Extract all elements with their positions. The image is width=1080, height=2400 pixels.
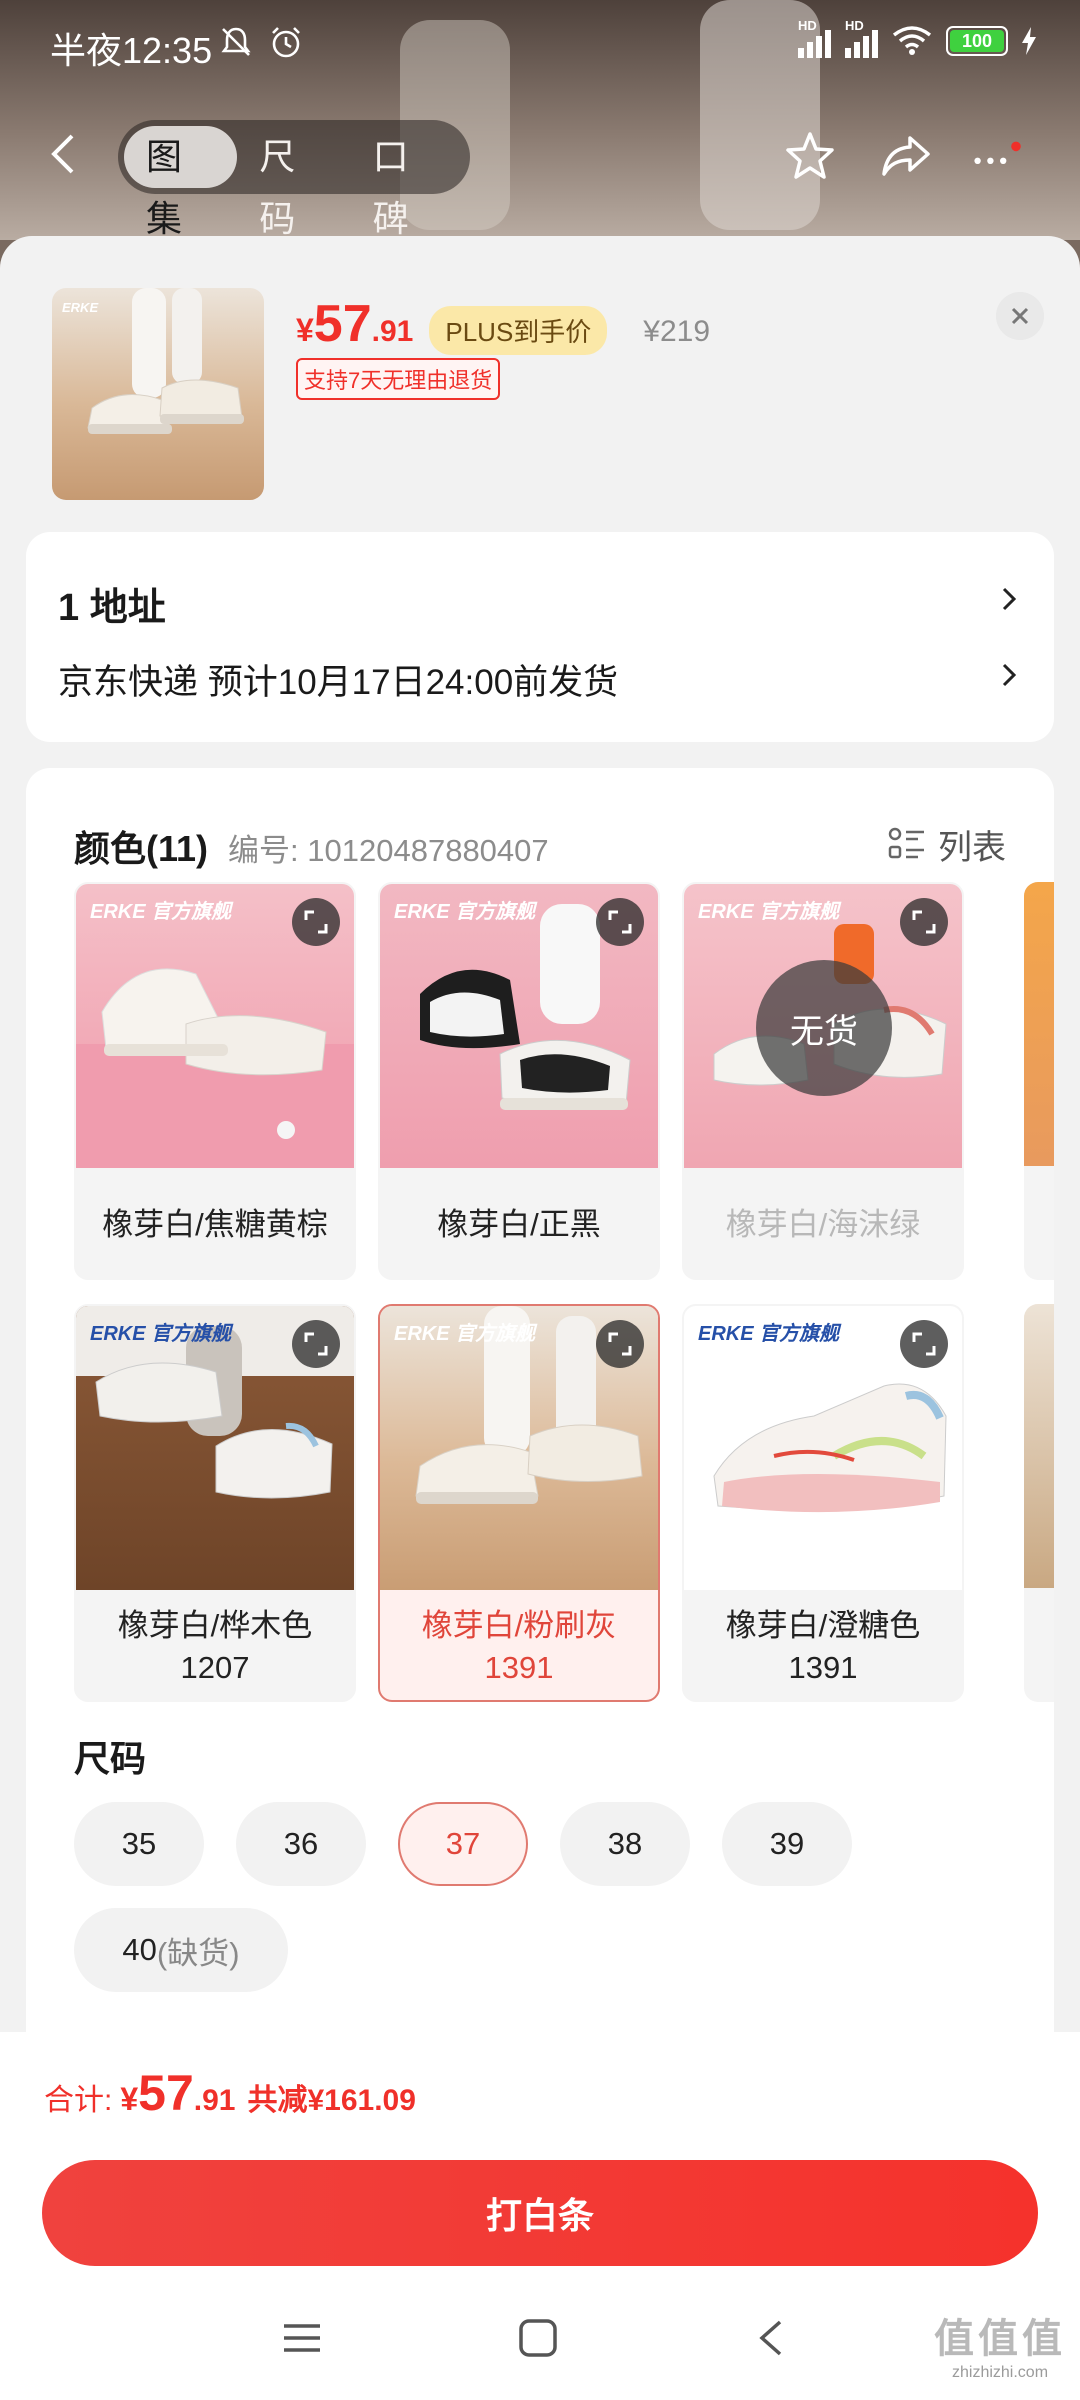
watermark: 值值值 zhizhizhi.com [934,2306,1066,2382]
watermark-sub: zhizhizhi.com [951,2364,1049,2381]
brand-logo: ERKE 官方旗舰 [698,901,840,923]
tab-reviews[interactable]: 口碑 [351,126,464,239]
expand-icon[interactable] [292,1320,340,1368]
color-option-label: 橡芽白/焦糖黄棕 [102,1207,328,1242]
share-icon[interactable] [878,130,934,182]
color-option-label: 橡芽白/粉刷灰1391 [421,1608,617,1685]
list-view-toggle[interactable]: 列表 [888,820,1006,869]
color-option[interactable]: ERKE 官方旗舰 橡芽白/粉刷灰1391 [378,1304,660,1702]
price-row: ¥ 57 .91 PLUS到手价 ¥219 [296,294,710,355]
list-icon [888,827,924,858]
size-label: 37 [445,1826,481,1861]
brand-logo: ERKE 官方旗舰 [698,1323,840,1345]
color-option[interactable]: ERKE 官方旗舰 橡芽白/澄糖色1391 [682,1304,964,1702]
total-label: 合计: [44,2084,113,2117]
gallery-tabs: 图集 尺码 口碑 [118,120,470,239]
baitiao-pay-button[interactable]: 打白条 [42,2160,1038,2266]
color-option-label: 橡芽白/桦木色1207 [117,1608,313,1685]
size-label: 36 [283,1826,319,1861]
original-price: ¥219 [643,315,711,348]
menu-icon[interactable] [282,2318,322,2358]
price-integer: 57 [313,295,372,353]
expand-icon[interactable] [900,898,948,946]
charging-icon [1022,27,1036,55]
color-option-peek[interactable] [1024,1304,1054,1702]
product-code: 编号: 10120487880407 [228,833,549,868]
brand-logo: ERKE 官方旗舰 [394,901,536,923]
watermark-main: 值值值 [934,2317,1066,2361]
back-nav-icon[interactable] [752,2318,792,2358]
size-option[interactable]: 38 [560,1802,690,1886]
brand-logo: ERKE 官方旗舰 [90,1323,232,1345]
total-currency: ¥ [120,2081,139,2117]
size-option[interactable]: 37 [398,1802,528,1886]
status-time: 半夜12:35 [50,30,213,71]
signal-hd-label: HD [798,18,817,33]
signal-icon: HD [845,18,878,58]
status-bar: 半夜12:35 HD HD 100 [0,0,1080,92]
color-section-title: 颜色(11) [74,828,209,869]
size-label: 40 [122,1932,157,1967]
discount-amount: 共减¥161.09 [247,2084,416,2117]
size-option[interactable]: 35 [74,1802,204,1886]
address-line[interactable]: 1 地址 [58,576,166,631]
delivery-estimate[interactable]: 京东快递 预计10月17日24:00前发货 [58,654,618,705]
mute-bell-icon [221,27,251,56]
chevron-right-icon[interactable] [998,584,1020,614]
more-icon[interactable] [968,130,1024,182]
alarm-icon [272,27,300,58]
total-price: 合计: ¥ 57 .91 共减¥161.09 [44,2064,416,2122]
color-option-label: 橡芽白/正黑 [437,1207,601,1242]
brand-logo: ERKE 官方旗舰 [90,901,232,923]
color-option-label: 橡芽白/澄糖色1391 [725,1608,921,1685]
expand-icon[interactable] [596,1320,644,1368]
size-option[interactable]: 39 [722,1802,852,1886]
spec-card: 颜色(11) 编号: 10120487880407 列表 ERKE 官方旗舰 橡… [26,768,1054,2068]
tab-size[interactable]: 尺码 [237,126,350,239]
chevron-right-icon[interactable] [998,660,1020,690]
color-option[interactable]: ERKE 官方旗舰 橡芽白/桦木色1207 [74,1304,356,1702]
address-card: 1 地址 京东快递 预计10月17日24:00前发货 [26,532,1054,742]
brand-logo: ERKE [62,300,99,315]
close-icon[interactable] [996,292,1044,340]
star-icon[interactable] [782,130,838,182]
product-thumbnail: ERKE [52,288,264,500]
total-integer: 57 [138,2065,194,2121]
battery-level: 100 [950,30,1004,52]
color-option[interactable]: ERKE 官方旗舰 橡芽白/焦糖黄棕 [74,882,356,1280]
color-option[interactable]: ERKE 官方旗舰 无货 橡芽白/海沫绿 [682,882,964,1280]
total-decimal: .91 [193,2084,236,2117]
size-section-title: 尺码 [74,1738,147,1779]
color-option-peek[interactable] [1024,882,1054,1280]
size-label: 35 [121,1826,157,1861]
price-decimal: .91 [371,315,414,348]
expand-icon[interactable] [292,898,340,946]
size-label: 38 [607,1826,643,1861]
size-label: 39 [769,1826,805,1861]
battery-icon: 100 [946,26,1008,56]
color-option[interactable]: ERKE 官方旗舰 橡芽白/正黑 [378,882,660,1280]
price-currency: ¥ [296,312,314,348]
size-option[interactable]: 40 (缺货) [74,1908,288,1992]
wifi-icon [892,26,932,55]
expand-icon[interactable] [900,1320,948,1368]
tab-gallery[interactable]: 图集 [124,126,238,239]
out-of-stock-badge: 无货 [756,960,892,1096]
back-icon[interactable] [44,130,84,178]
brand-logo: ERKE 官方旗舰 [394,1323,536,1345]
signal-icon: HD [798,18,831,58]
list-view-label: 列表 [938,829,1006,867]
top-nav: 图集 尺码 口碑 [0,110,1080,239]
home-icon[interactable] [518,2318,558,2358]
size-out-of-stock-note: (缺货) [156,1935,240,1971]
return-policy-tag: 支持7天无理由退货 [296,358,501,400]
system-nav-bar: 值值值 zhizhizhi.com [0,2290,1080,2400]
plus-price-badge: PLUS到手价 [429,306,608,355]
signal-hd-label: HD [845,18,864,33]
color-option-label: 橡芽白/海沫绿 [725,1207,921,1242]
expand-icon[interactable] [596,898,644,946]
size-option[interactable]: 36 [236,1802,366,1886]
